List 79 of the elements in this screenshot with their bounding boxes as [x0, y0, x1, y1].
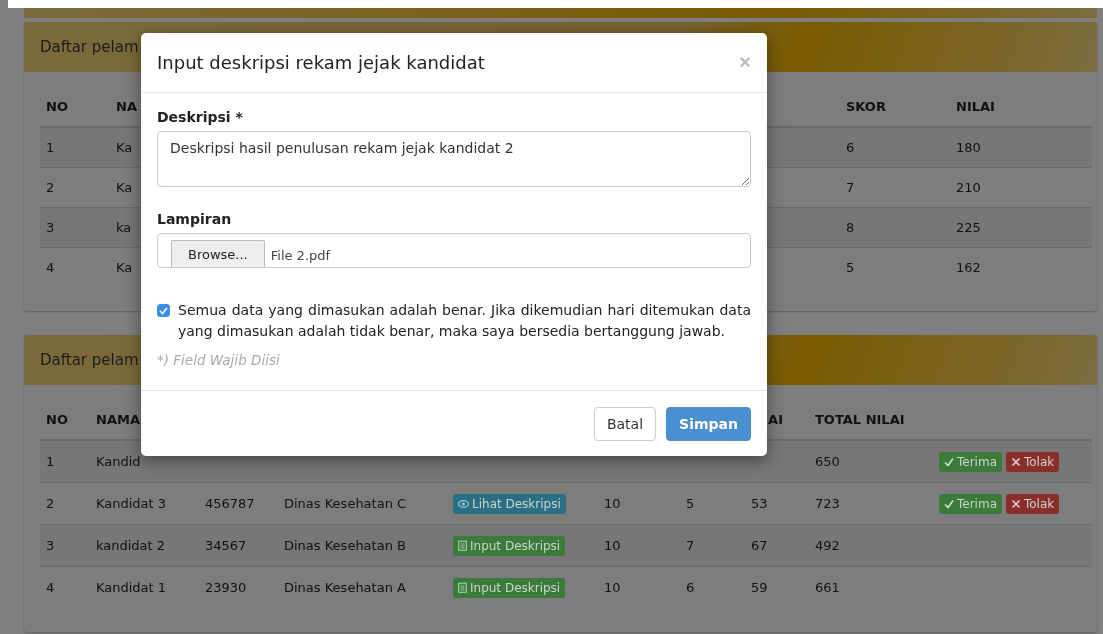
table-cell: Dinas Kesehatan A — [284, 580, 406, 595]
table-cell: 210 — [956, 180, 981, 195]
table-cell: 650 — [815, 454, 840, 469]
field-label: Deskripsi * — [157, 109, 244, 125]
table-cell: 456787 — [205, 496, 255, 511]
table-cell: 4 — [46, 260, 55, 275]
description-field[interactable]: Deskripsi hasil penulusan rekam jejak kandidat 2 — [157, 131, 751, 187]
accept-button[interactable]: Terima — [939, 493, 1002, 514]
table-cell: 1 — [46, 454, 55, 469]
table-cell: 59 — [751, 580, 768, 595]
save-button[interactable]: Simpan — [666, 407, 751, 441]
check-icon — [944, 498, 954, 509]
checkbox[interactable] — [157, 304, 170, 317]
column-header: NO — [46, 411, 68, 427]
table-cell: 6 — [686, 580, 695, 595]
table-cell: 3 — [46, 538, 55, 553]
table-cell: 180 — [956, 140, 981, 155]
table-cell: 7 — [686, 538, 695, 553]
column-header: NAMA — [96, 411, 140, 427]
table-cell: 6 — [846, 140, 855, 155]
browse-button[interactable]: Browse... — [171, 240, 265, 267]
column-header: AI — [768, 411, 783, 427]
agreement-text: Semua data yang dimasukan adalah benar. Jika dikemudian hari ditemukan data yang dimasukan adalah tidak benar, maka saya bersedia bertanggung jawab. — [178, 301, 751, 341]
table-cell: 7 — [846, 180, 855, 195]
table-cell: Dinas Kesehatan C — [284, 496, 407, 511]
table-cell: 2 — [46, 496, 55, 511]
table-cell: 723 — [815, 496, 840, 511]
table-cell: Dinas Kesehatan B — [284, 538, 406, 553]
table-cell: 492 — [815, 538, 840, 553]
table-cell: 23930 — [205, 580, 247, 595]
clipboard-icon — [458, 540, 467, 551]
table-cell: 10 — [604, 496, 621, 511]
table-cell: 661 — [815, 580, 840, 595]
dialog-title: Input deskripsi rekam jejak kandidat — [157, 52, 485, 73]
table-cell: Ka — [116, 260, 133, 275]
clipboard-icon — [458, 582, 467, 593]
table-cell: Kandidat 1 — [96, 580, 167, 595]
input-description-button[interactable]: Input Deskripsi — [453, 535, 566, 556]
table-cell: 10 — [604, 538, 621, 553]
table-cell: 10 — [604, 580, 621, 595]
table-cell: 4 — [46, 580, 55, 595]
table-cell: Kandid — [96, 454, 141, 469]
column-header: NO — [46, 98, 68, 114]
table-cell: 8 — [846, 220, 855, 235]
reject-button[interactable]: Tolak — [1006, 451, 1060, 472]
file-name: File 2.pdf — [270, 248, 331, 265]
column-header: SKOR — [846, 98, 886, 114]
check-icon — [944, 456, 954, 467]
table-cell: 162 — [956, 260, 981, 275]
cancel-button[interactable]: Batal — [593, 407, 657, 441]
table-cell: 67 — [751, 538, 768, 553]
table-cell: Ka — [116, 180, 133, 195]
view-description-button[interactable]: Lihat Deskripsi — [453, 493, 566, 514]
table-cell: Kandidat 3 — [96, 496, 167, 511]
eye-icon — [458, 499, 469, 508]
field-label: Lampiran — [157, 211, 233, 227]
close-icon — [1011, 456, 1021, 467]
file-input-field[interactable]: Browse... File 2.pdf — [157, 233, 751, 268]
table-cell: kandidat 2 — [96, 538, 166, 553]
table-cell: 5 — [846, 260, 855, 275]
panel-title: Daftar pelam — [40, 351, 139, 369]
table-cell: 53 — [751, 496, 768, 511]
table-cell: 5 — [686, 496, 695, 511]
input-description-button[interactable]: Input Deskripsi — [453, 577, 566, 598]
table-cell: 1 — [46, 140, 55, 155]
panel-title: Daftar pelam — [40, 38, 139, 56]
table-cell: 34567 — [205, 538, 247, 553]
column-header: TOTAL NILAI — [815, 411, 905, 427]
close-icon — [1011, 498, 1021, 509]
table-cell: Ka — [116, 140, 133, 155]
table-cell: 2 — [46, 180, 55, 195]
table-cell: 3 — [46, 220, 55, 235]
column-header: NILAI — [956, 98, 995, 114]
required-note: *) Field Wajib Diisi — [157, 352, 281, 368]
table-cell: ka — [116, 220, 132, 235]
column-header: NA — [116, 98, 137, 114]
reject-button[interactable]: Tolak — [1006, 493, 1060, 514]
accept-button[interactable]: Terima — [939, 451, 1002, 472]
table-cell: 225 — [956, 220, 981, 235]
